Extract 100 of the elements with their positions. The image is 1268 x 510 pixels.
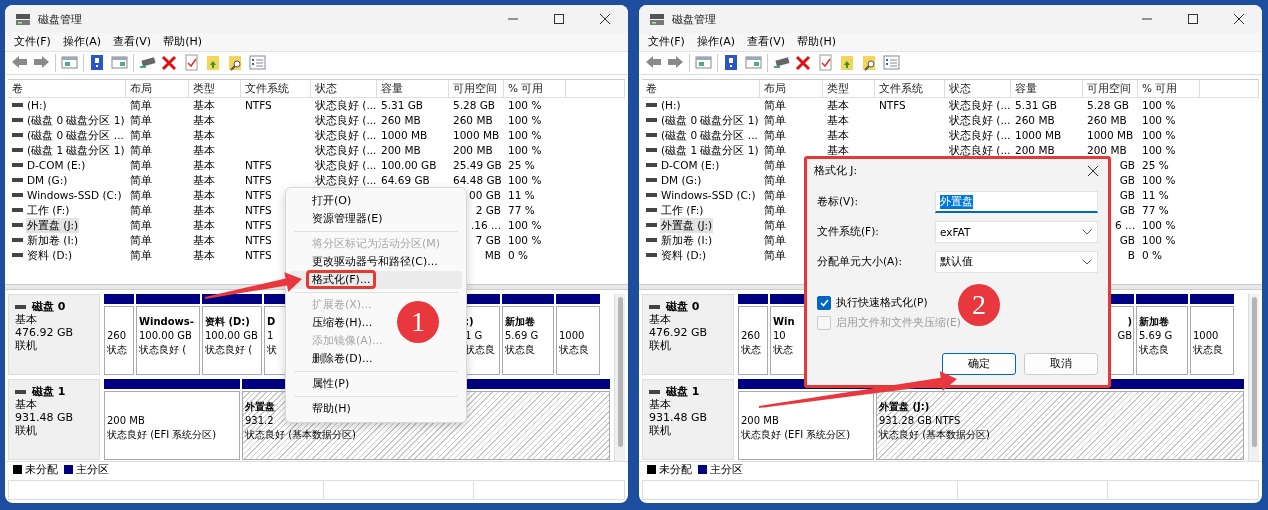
column-header[interactable]: 卷 — [8, 79, 126, 97]
table-cell: 6 ... — [1114, 218, 1135, 231]
volume-name[interactable]: DM (G:) — [660, 172, 703, 188]
menu-item[interactable]: 操作(A) — [56, 33, 108, 51]
partition-box[interactable]: Windows- 100.00 GB 状态良好 ( — [136, 306, 200, 376]
column-header[interactable]: 可用空间 — [449, 79, 504, 97]
partition-box[interactable]: 1000 状态良 — [556, 306, 600, 376]
column-header[interactable]: 布局 — [760, 79, 823, 97]
column-header[interactable]: 状态 — [311, 79, 377, 97]
volume-name[interactable]: 外置盘 (J:) — [660, 217, 714, 233]
column-header[interactable]: 布局 — [126, 79, 189, 97]
panel-icon[interactable] — [61, 54, 78, 72]
table-cell: 简单 — [130, 233, 152, 246]
menu-item[interactable]: 文件(F) — [8, 33, 57, 51]
dialog-button[interactable]: 取消 — [1024, 353, 1098, 375]
menu-item[interactable]: 更改驱动器号和路径(C)... — [290, 253, 440, 271]
help-book-icon[interactable] — [89, 54, 106, 72]
menu-item[interactable]: 帮助(H) — [290, 400, 353, 418]
column-header[interactable]: 卷 — [642, 79, 760, 97]
folder-search-icon[interactable] — [861, 54, 878, 72]
close-icon[interactable] — [1234, 14, 1244, 24]
volume-name[interactable]: 资料 (D:) — [660, 247, 708, 263]
volume-name[interactable]: (磁盘 0 磁盘分区 1) — [660, 112, 760, 128]
volume-name[interactable]: (磁盘 0 磁盘分区 ... — [26, 127, 125, 143]
partition-box[interactable]: 新加卷 5.69 G 状态良 — [1136, 306, 1188, 376]
volume-name[interactable]: D-COM (E:) — [660, 157, 721, 173]
close-icon[interactable] — [600, 14, 610, 24]
volume-name[interactable]: 新加卷 (I:) — [26, 232, 80, 248]
column-header[interactable]: 文件系统 — [241, 79, 311, 97]
volume-name[interactable]: 工作 (F:) — [660, 202, 705, 218]
window-title: 磁盘管理 — [38, 11, 83, 27]
scrollbar[interactable] — [614, 294, 625, 462]
help-book-icon[interactable] — [723, 54, 740, 72]
partition-box[interactable]: 1000 状态良 — [1190, 306, 1234, 376]
menu-item[interactable]: 查看(V) — [107, 33, 158, 51]
menu-item[interactable]: 帮助(H) — [791, 33, 842, 51]
folder-up-icon[interactable] — [205, 54, 222, 72]
partition-box[interactable]: 资料 (D:) 100.00 GB 状态良好 ( — [202, 306, 262, 376]
volume-name[interactable]: DM (G:) — [26, 172, 69, 188]
menu-item[interactable]: 资源管理器(E) — [290, 210, 385, 228]
volume-name[interactable]: Windows-SSD (C:) — [26, 187, 123, 203]
partition-box[interactable]: 外置盘 (J:) 931.28 GB NTFS 状态良好 (基本数据分区) — [876, 391, 1244, 461]
disk-info-text: 476.92 GB — [15, 326, 75, 340]
menu-item[interactable]: 操作(A) — [690, 33, 742, 51]
menu-item[interactable]: 帮助(H) — [157, 33, 208, 51]
volume-name[interactable]: 资料 (D:) — [26, 247, 74, 263]
maximize-icon[interactable] — [1188, 14, 1198, 24]
panel-icon[interactable] — [695, 54, 712, 72]
volume-name[interactable]: Windows-SSD (C:) — [660, 187, 757, 203]
partition-box[interactable]: 新加卷 5.69 G 状态良 — [502, 306, 554, 376]
menu-item[interactable]: 查看(V) — [741, 33, 792, 51]
panel-icon[interactable] — [745, 54, 762, 72]
dropdown[interactable]: exFAT — [935, 221, 1098, 243]
maximize-icon[interactable] — [554, 14, 564, 24]
menu-item[interactable]: 打开(O) — [290, 192, 354, 210]
column-header[interactable]: 状态 — [945, 79, 1011, 97]
volume-name[interactable]: (H:) — [26, 97, 48, 113]
volume-name[interactable]: (磁盘 0 磁盘分区 ... — [660, 127, 759, 143]
menu-item[interactable]: 文件(F) — [642, 33, 691, 51]
partition-box[interactable]: 200 MB 状态良好 (EFI 系统分区) — [104, 391, 240, 461]
column-header[interactable]: % 可用 — [1138, 79, 1200, 97]
dialog-button[interactable]: 确定 — [942, 353, 1016, 375]
dropdown[interactable]: 默认值 — [935, 251, 1098, 273]
volume-name[interactable]: (磁盘 1 磁盘分区 1) — [660, 142, 760, 158]
table-cell: 简单 — [764, 218, 786, 231]
partition-box[interactable]: 200 MB 状态良好 (EFI 系统分区) — [738, 391, 874, 461]
panel-icon[interactable] — [111, 54, 128, 72]
table-cell: 状态良好 (... — [315, 143, 377, 156]
table-cell: 状态良好 (... — [949, 143, 1011, 156]
column-header[interactable]: 容量 — [377, 79, 449, 97]
delete-icon[interactable] — [795, 54, 812, 72]
column-header[interactable]: 容量 — [1011, 79, 1083, 97]
menu-item[interactable]: 格式化(F)... — [290, 271, 462, 289]
volume-name[interactable]: (磁盘 0 磁盘分区 1) — [26, 112, 126, 128]
column-header[interactable]: 类型 — [189, 79, 241, 97]
volume-name[interactable]: 工作 (F:) — [26, 202, 71, 218]
column-header[interactable]: 文件系统 — [875, 79, 945, 97]
column-header[interactable]: 类型 — [823, 79, 875, 97]
checklist-icon[interactable] — [817, 54, 834, 72]
list-icon[interactable] — [249, 54, 266, 72]
volume-name[interactable]: D-COM (E:) — [26, 157, 87, 173]
column-header[interactable]: 可用空间 — [1083, 79, 1138, 97]
folder-search-icon[interactable] — [227, 54, 244, 72]
volume-name[interactable]: 新加卷 (I:) — [660, 232, 714, 248]
partition-box[interactable]: 260 状态 — [104, 306, 134, 376]
table-cell: 简单 — [130, 248, 152, 261]
volume-name[interactable]: (H:) — [660, 97, 682, 113]
volume-name[interactable]: (磁盘 1 磁盘分区 1) — [26, 142, 126, 158]
menu-item[interactable]: 属性(P) — [290, 375, 352, 393]
delete-icon[interactable] — [161, 54, 178, 72]
scrollbar[interactable] — [1248, 294, 1259, 462]
folder-up-icon[interactable] — [839, 54, 856, 72]
column-header[interactable]: % 可用 — [504, 79, 566, 97]
list-icon[interactable] — [883, 54, 900, 72]
volume-name[interactable]: 外置盘 (J:) — [26, 217, 80, 233]
partition-box[interactable]: 260 状态 — [738, 306, 768, 376]
checklist-icon[interactable] — [183, 54, 200, 72]
checkbox[interactable] — [817, 296, 831, 310]
text-field[interactable]: 外置盘 — [935, 191, 1098, 213]
close-icon[interactable] — [1088, 166, 1098, 176]
